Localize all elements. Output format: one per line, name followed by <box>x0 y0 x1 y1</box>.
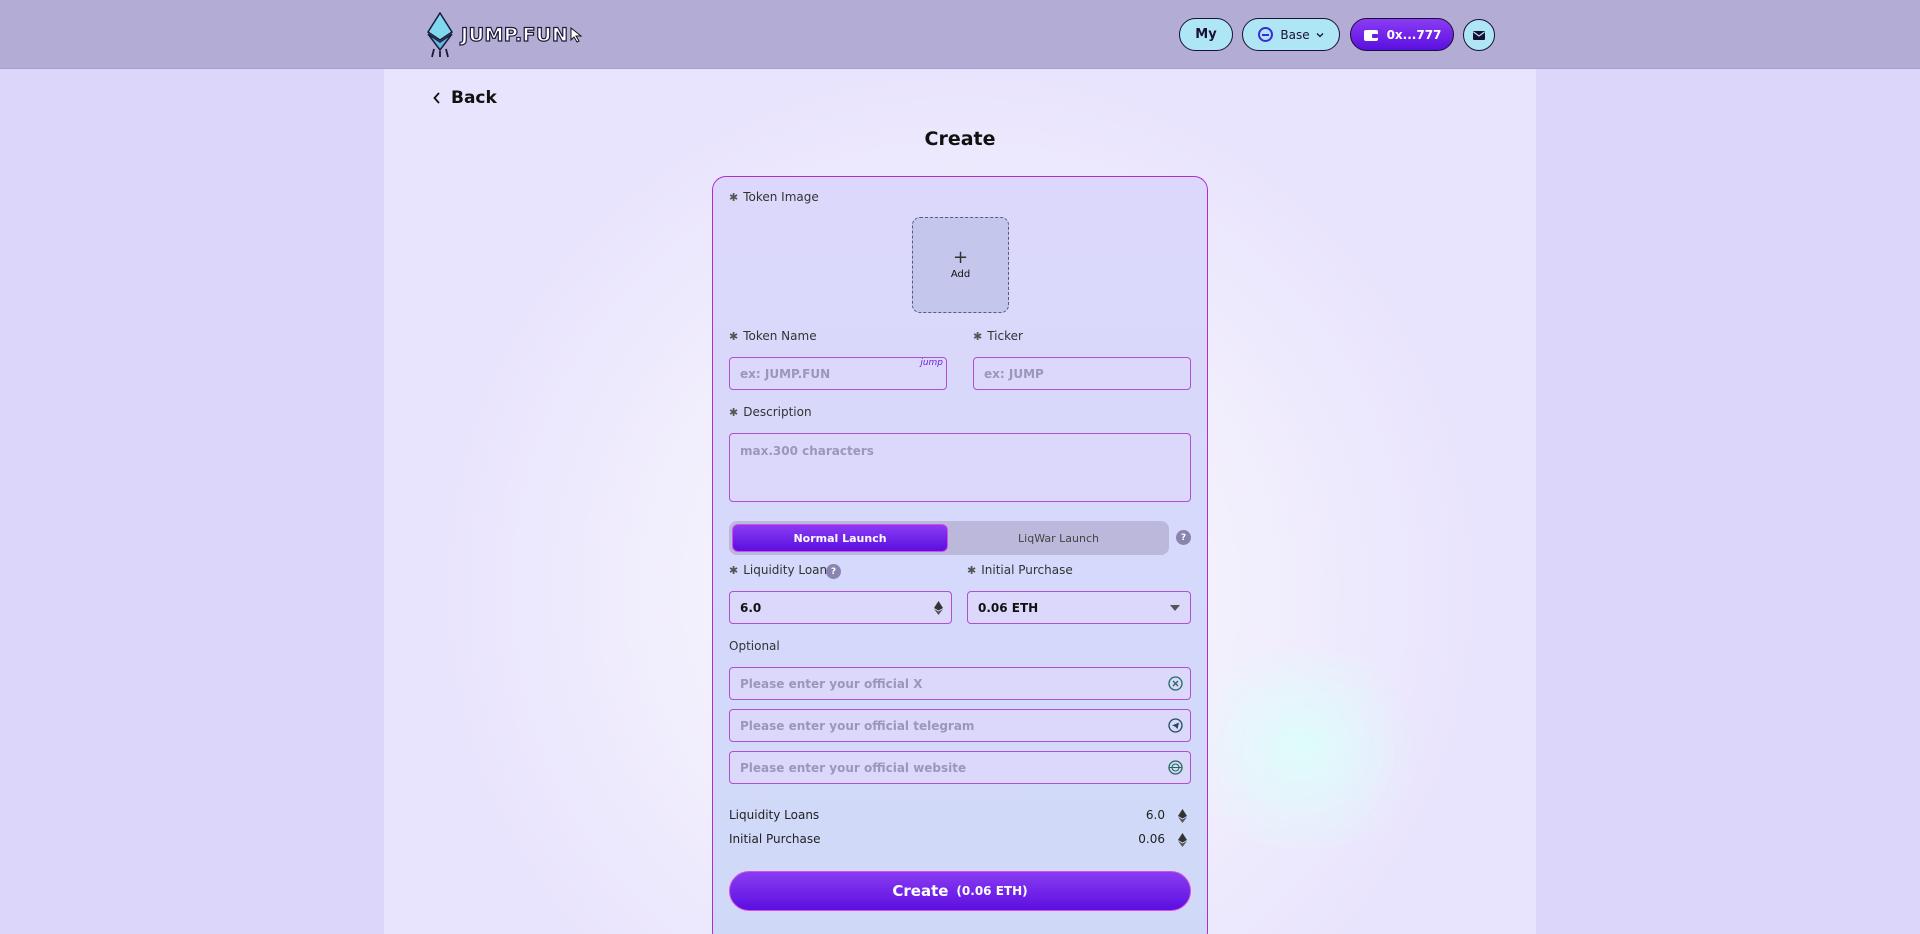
liquidity-loans-input[interactable]: 6.0 <box>729 591 952 624</box>
chevron-left-icon <box>433 92 440 104</box>
telegram-input[interactable]: Please enter your official telegram <box>729 709 1191 742</box>
help-icon[interactable]: ? <box>1176 530 1191 545</box>
eth-icon <box>1178 833 1187 847</box>
eth-icon <box>1178 809 1187 823</box>
caret-down-icon <box>1170 605 1180 611</box>
website-input[interactable]: Please enter your official website <box>729 751 1191 784</box>
required-asterisk: ✱ <box>967 563 977 577</box>
description-placeholder: max.300 characters <box>740 444 874 458</box>
liqwar-launch-tab[interactable]: LiqWar Launch <box>948 521 1169 555</box>
token-image-label-text: Token Image <box>743 190 819 204</box>
normal-launch-tab[interactable]: Normal Launch <box>732 524 948 552</box>
liquidity-loans-value: 6.0 <box>740 600 762 615</box>
summary-initial-purchase-label: Initial Purchase <box>729 832 821 846</box>
optional-label: Optional <box>729 639 780 653</box>
create-form-card: ✱ Token Image + Add ✱ Token Name ex: JUM… <box>712 176 1208 934</box>
initial-purchase-label-text: Initial Purchase <box>981 563 1073 577</box>
base-chain-icon <box>1258 27 1274 42</box>
my-button-label: My <box>1195 27 1217 42</box>
logo-text: JUMP.FUN <box>460 23 569 46</box>
wallet-address: 0x...777 <box>1386 27 1442 42</box>
initial-purchase-label: ✱ Initial Purchase <box>967 563 1073 577</box>
page-title: Create <box>924 128 996 150</box>
token-name-placeholder: ex: JUMP.FUN <box>740 366 831 381</box>
liquidity-loans-label: ✱ Liquidity Loans <box>729 563 833 577</box>
summary-liquidity-loans-label: Liquidity Loans <box>729 808 820 822</box>
my-button[interactable]: My <box>1179 18 1233 51</box>
wallet-icon <box>1363 29 1378 41</box>
token-image-upload[interactable]: + Add <box>912 217 1009 313</box>
chain-select-button[interactable]: Base <box>1242 18 1340 51</box>
x-placeholder: Please enter your official X <box>740 676 923 691</box>
cursor-icon <box>570 27 583 43</box>
initial-purchase-value: 0.06 ETH <box>978 600 1039 615</box>
token-name-tag: jump <box>920 358 943 368</box>
back-label: Back <box>451 88 497 108</box>
required-asterisk: ✱ <box>729 329 739 343</box>
mail-button[interactable] <box>1463 19 1495 51</box>
background-glow <box>1174 649 1434 849</box>
required-asterisk: ✱ <box>729 405 739 419</box>
summary-initial-purchase-value: 0.06 <box>1138 832 1165 846</box>
ticker-placeholder: ex: JUMP <box>984 366 1044 381</box>
help-mark: ? <box>1180 532 1187 543</box>
create-button[interactable]: Create (0.06 ETH) <box>729 871 1191 911</box>
ticker-label: ✱ Ticker <box>973 329 1023 343</box>
x-icon <box>1168 676 1183 691</box>
chevron-down-icon <box>1316 32 1324 37</box>
eth-icon <box>934 601 943 615</box>
description-textarea[interactable]: max.300 characters <box>729 433 1191 502</box>
globe-icon <box>1168 760 1183 775</box>
top-header: JUMP.FUN My Base 0x...777 <box>0 0 1920 69</box>
create-button-label: Create <box>892 882 949 900</box>
initial-purchase-select[interactable]: 0.06 ETH <box>967 591 1191 624</box>
launch-type-toggle: Normal Launch LiqWar Launch <box>729 521 1169 555</box>
mail-icon <box>1473 31 1485 40</box>
token-name-label: ✱ Token Name <box>729 329 817 343</box>
token-name-label-text: Token Name <box>743 329 817 343</box>
summary-liquidity-loans-value: 6.0 <box>1145 808 1165 822</box>
back-link[interactable]: Back <box>432 88 497 108</box>
liquidity-loans-label-text: Liquidity Loans <box>743 563 834 577</box>
x-input[interactable]: Please enter your official X <box>729 667 1191 700</box>
telegram-icon <box>1168 718 1183 733</box>
ticker-label-text: Ticker <box>987 329 1023 343</box>
wallet-button[interactable]: 0x...777 <box>1350 18 1454 51</box>
chain-label: Base <box>1280 27 1310 42</box>
telegram-placeholder: Please enter your official telegram <box>740 718 975 733</box>
help-mark: ? <box>830 566 837 577</box>
token-image-label: ✱ Token Image <box>729 190 819 204</box>
description-label: ✱ Description <box>729 405 812 419</box>
required-asterisk: ✱ <box>973 329 983 343</box>
website-placeholder: Please enter your official website <box>740 760 967 775</box>
token-name-input[interactable]: ex: JUMP.FUN jump <box>729 357 947 390</box>
logo[interactable]: JUMP.FUN <box>425 12 583 58</box>
help-icon[interactable]: ? <box>826 564 841 579</box>
required-asterisk: ✱ <box>729 190 739 204</box>
ticker-input[interactable]: ex: JUMP <box>973 357 1191 390</box>
add-label: Add <box>950 268 971 280</box>
create-button-cost: (0.06 ETH) <box>956 884 1028 898</box>
description-label-text: Description <box>743 405 812 419</box>
plus-icon: + <box>952 246 969 268</box>
required-asterisk: ✱ <box>729 563 739 577</box>
jump-logo-icon <box>426 12 454 58</box>
